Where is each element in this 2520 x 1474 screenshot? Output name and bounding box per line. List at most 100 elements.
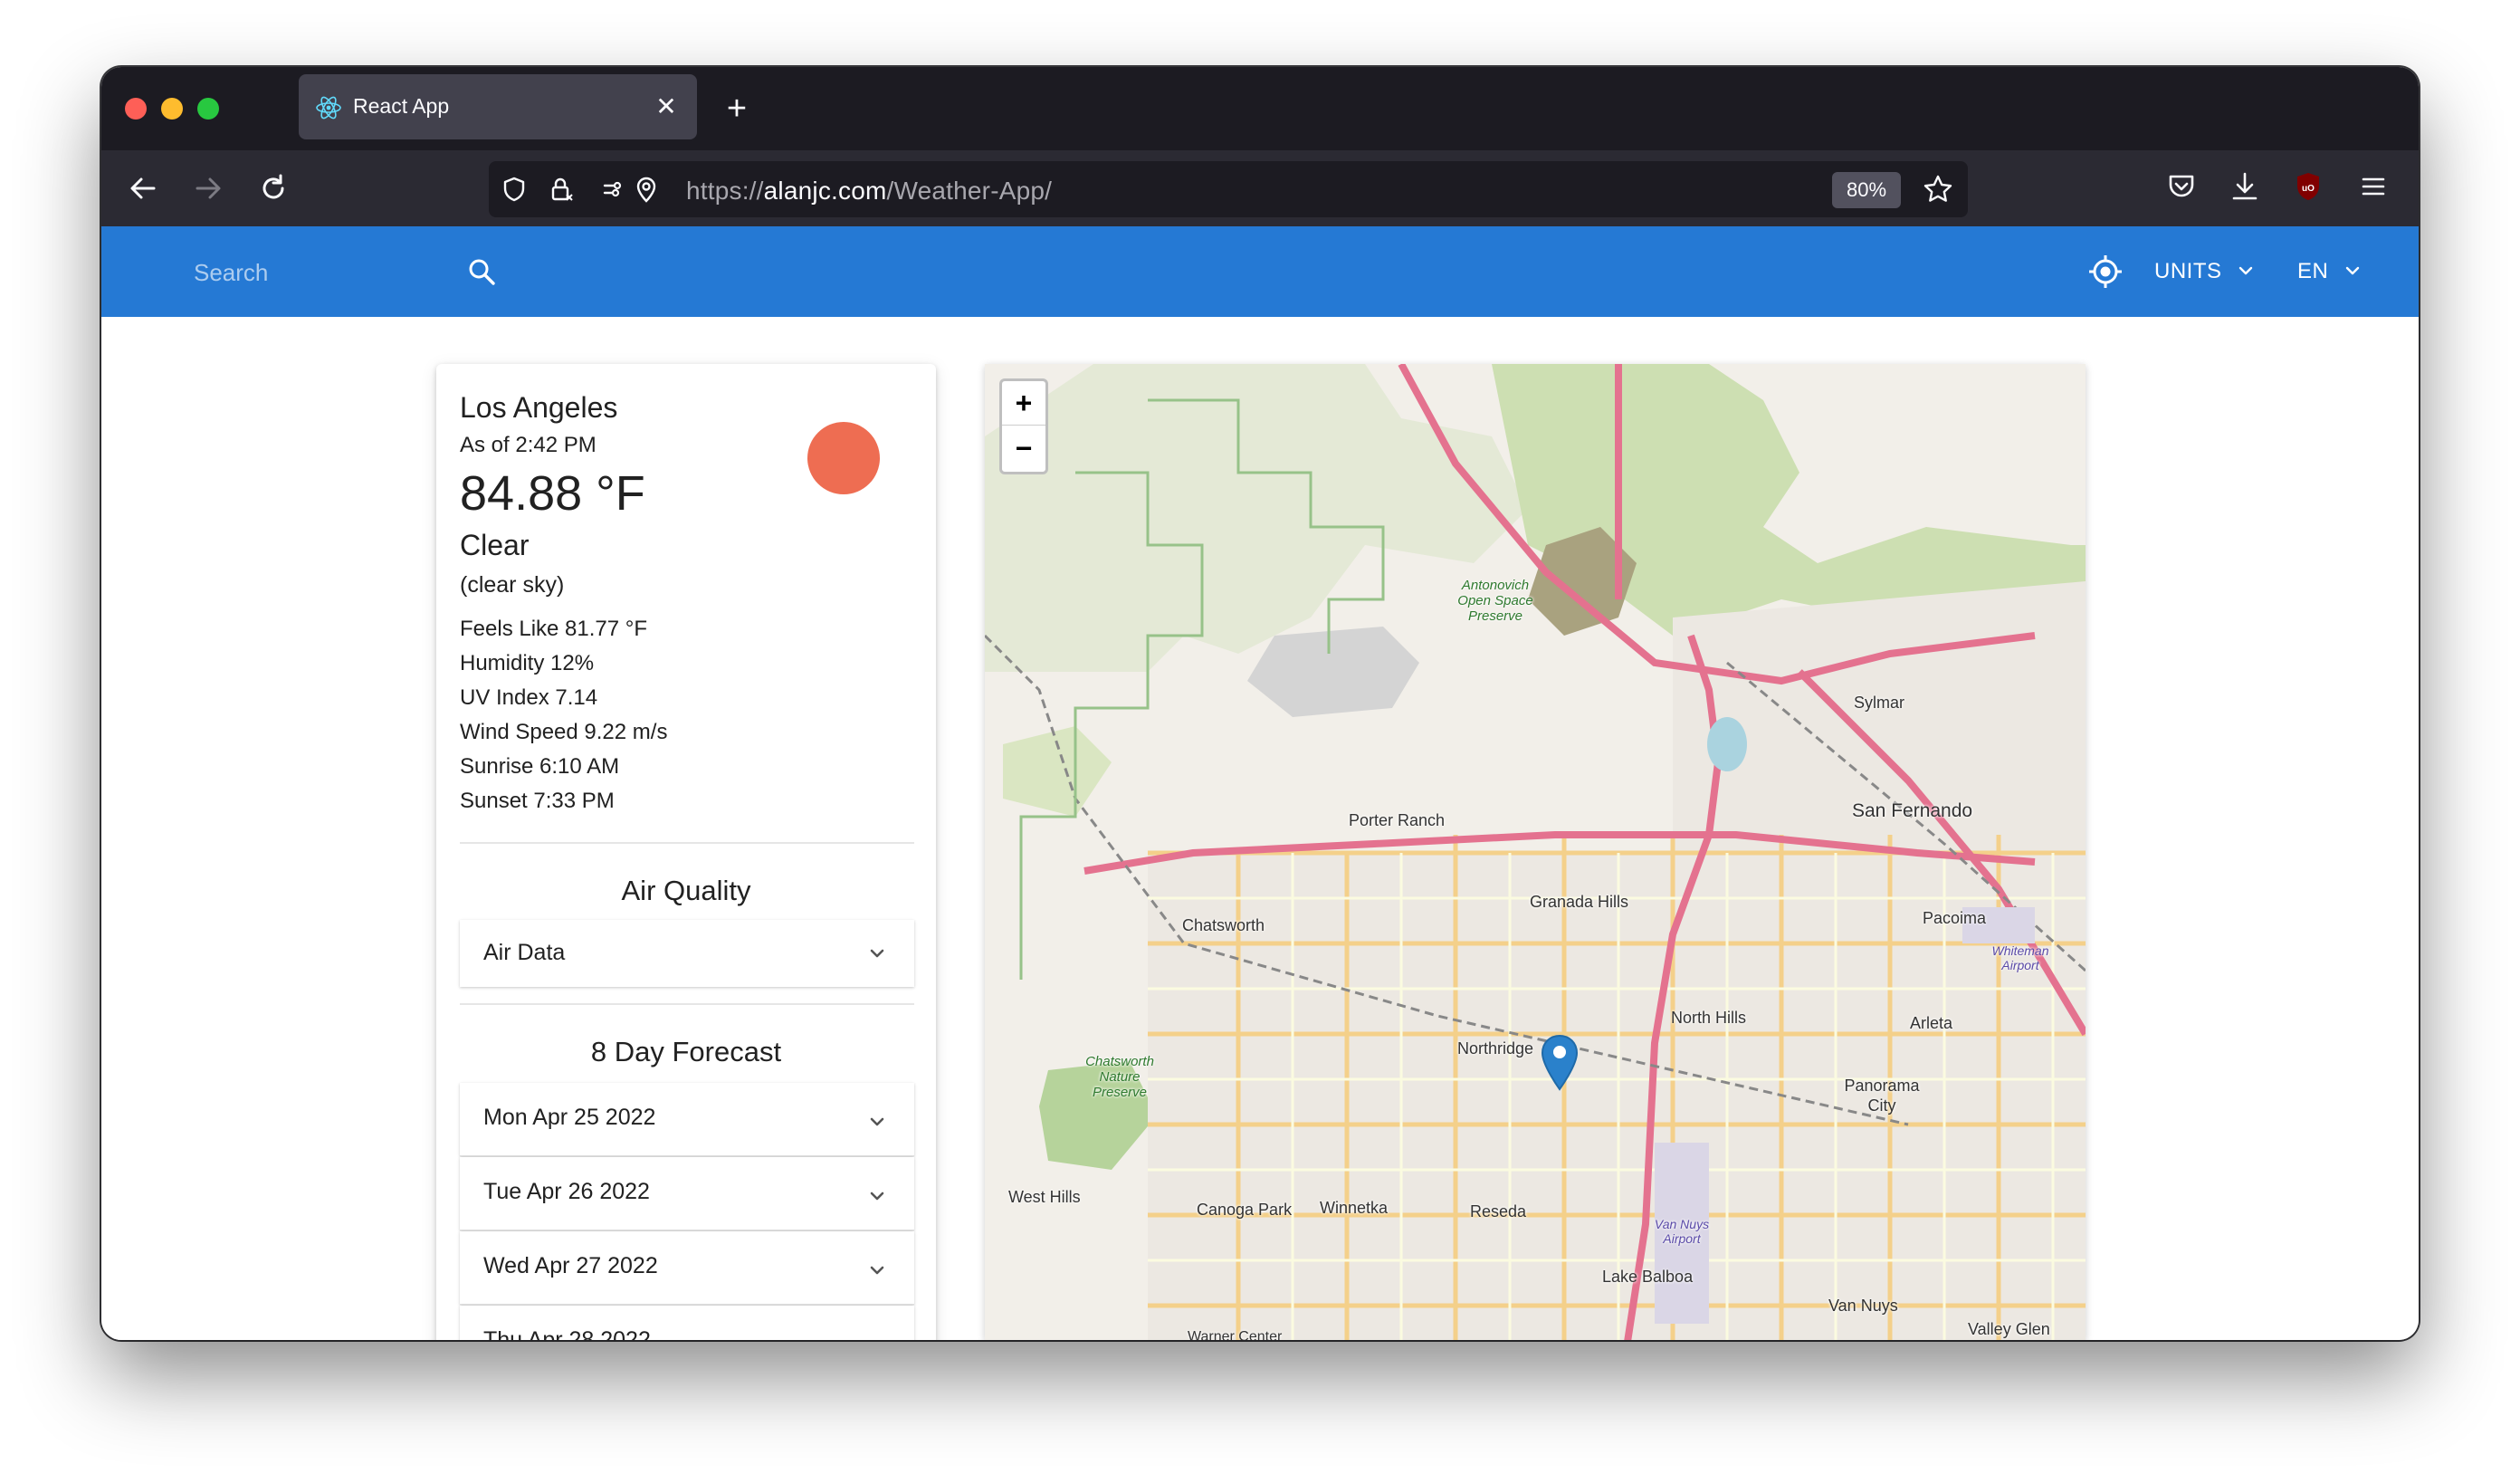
clear-sun-icon: [807, 422, 880, 494]
as-of-time: As of 2:42 PM: [460, 433, 597, 457]
map-place-label: Van Nuys: [1828, 1297, 1898, 1315]
react-logo-icon: [316, 96, 341, 120]
chevron-down-icon: [870, 1266, 884, 1275]
wind-speed: Wind Speed 9.22 m/s: [460, 720, 668, 744]
ublock-origin-icon[interactable]: uO: [2290, 168, 2326, 205]
forecast-day-accordion[interactable]: Tue Apr 26 2022: [460, 1157, 914, 1230]
language-label: EN: [2297, 259, 2329, 283]
map-place-label: Pacoima: [1923, 909, 1987, 927]
chevron-down-icon: [870, 1192, 884, 1201]
map-place-label: Chatsworth: [1182, 916, 1265, 934]
map-place-label: North Hills: [1671, 1009, 1747, 1027]
chevron-down-icon: [2238, 266, 2252, 274]
chevron-down-icon: [870, 1117, 884, 1126]
zoom-level-badge[interactable]: 80%: [1832, 172, 1901, 208]
my-location-icon[interactable]: [2084, 250, 2127, 293]
map-place-label: Panorama City: [1844, 1077, 1920, 1115]
zoom-in-button[interactable]: +: [1002, 381, 1045, 426]
chevron-down-icon: [870, 949, 884, 958]
forecast-day-label: Wed Apr 27 2022: [483, 1253, 658, 1278]
map-zoom-control: + −: [999, 378, 1048, 474]
new-tab-button[interactable]: +: [717, 89, 757, 129]
permissions-icon[interactable]: [601, 175, 630, 204]
url-scheme: https://: [686, 177, 764, 205]
map-place-label: Arleta: [1910, 1014, 1953, 1032]
map-place-label: San Fernando: [1852, 800, 1973, 821]
back-arrow-icon[interactable]: [123, 168, 163, 208]
app-header: UNITS EN: [101, 226, 2419, 317]
units-dropdown-button[interactable]: UNITS: [2154, 248, 2254, 295]
map-place-label: Northridge: [1457, 1039, 1534, 1058]
language-dropdown-button[interactable]: EN: [2297, 248, 2361, 295]
map[interactable]: + − Sylmar San Fernando Porter Ranch Gra…: [985, 364, 2086, 1340]
svg-text:uO: uO: [2302, 184, 2315, 194]
location-marker-icon[interactable]: [1541, 1034, 1579, 1092]
browser-window: React App ✕ + https://alanjc.com/Weather…: [101, 67, 2419, 1340]
window-minimize-button[interactable]: [161, 98, 183, 120]
forecast-day-label: Mon Apr 25 2022: [483, 1105, 656, 1130]
url-text[interactable]: https://alanjc.com/Weather-App/: [686, 177, 1052, 206]
sunrise: Sunrise 6:10 AM: [460, 754, 620, 779]
map-place-label: Valley Glen: [1968, 1320, 2050, 1338]
pocket-icon[interactable]: [2163, 168, 2200, 205]
map-place-label: Porter Ranch: [1349, 811, 1446, 829]
search-icon[interactable]: [462, 252, 501, 292]
forecast-title: 8 Day Forecast: [590, 1036, 782, 1067]
map-tiles: [985, 364, 2086, 1340]
chevron-down-icon: [2345, 266, 2359, 274]
forecast-day-label: Tue Apr 26 2022: [483, 1179, 650, 1204]
forecast-day-accordion[interactable]: Thu Apr 28 2022: [460, 1306, 914, 1340]
map-place-label: West Hills: [1008, 1188, 1081, 1206]
map-airport-label: Whiteman Airport: [1991, 943, 2049, 972]
forecast-day-label: Thu Apr 28 2022: [483, 1327, 651, 1340]
location-pin-icon[interactable]: [632, 175, 661, 204]
weather-condition-description: (clear sky): [460, 572, 565, 598]
tab-close-icon[interactable]: ✕: [648, 89, 684, 125]
reload-icon[interactable]: [253, 168, 293, 208]
map-park-label: Antonovich Open Space Preserve: [1457, 578, 1533, 624]
forecast-day-accordion[interactable]: Wed Apr 27 2022: [460, 1231, 914, 1305]
url-bar[interactable]: https://alanjc.com/Weather-App/ 80%: [489, 161, 1968, 217]
uv-index: UV Index 7.14: [460, 685, 598, 710]
hamburger-menu-icon[interactable]: [2355, 168, 2391, 205]
chevron-down-icon: [867, 1335, 887, 1340]
air-data-accordion[interactable]: Air Data: [460, 920, 914, 987]
map-place-label: Granada Hills: [1530, 893, 1629, 911]
map-place-label: Canoga Park: [1197, 1201, 1293, 1219]
city-name: Los Angeles: [460, 391, 618, 424]
lock-icon[interactable]: [547, 175, 576, 204]
map-place-label: Warner Center: [1188, 1329, 1283, 1340]
nav-bar: https://alanjc.com/Weather-App/ 80% uO: [101, 150, 2419, 226]
tab-react-app[interactable]: React App ✕: [299, 74, 697, 139]
map-place-label: Winnetka: [1320, 1199, 1389, 1217]
url-path: /Weather-App/: [886, 177, 1053, 205]
feels-like: Feels Like 81.77 °F: [460, 617, 648, 641]
sunset: Sunset 7:33 PM: [460, 789, 615, 813]
divider: [460, 1003, 914, 1005]
forecast-day-accordion[interactable]: Mon Apr 25 2022: [460, 1083, 914, 1156]
main-content: Los Angeles As of 2:42 PM 84.88 °F Clear…: [101, 317, 2419, 1340]
window-close-button[interactable]: [125, 98, 147, 120]
tab-title: React App: [353, 94, 450, 118]
map-place-label: Lake Balboa: [1602, 1268, 1694, 1286]
map-place-label: Sylmar: [1854, 694, 1905, 712]
weather-stats: Feels Like 81.77 °F Humidity 12% UV Inde…: [460, 612, 667, 818]
bookmark-star-icon[interactable]: [1923, 174, 1953, 205]
shield-icon[interactable]: [500, 175, 529, 204]
search-input[interactable]: [192, 246, 467, 299]
humidity: Humidity 12%: [460, 651, 595, 675]
units-label: UNITS: [2154, 259, 2222, 283]
download-icon[interactable]: [2227, 168, 2263, 205]
url-host: alanjc.com: [763, 177, 887, 205]
forward-arrow-icon[interactable]: [188, 168, 228, 208]
zoom-out-button[interactable]: −: [1002, 426, 1045, 470]
weather-card: Los Angeles As of 2:42 PM 84.88 °F Clear…: [436, 364, 936, 1340]
window-maximize-button[interactable]: [197, 98, 219, 120]
weather-condition: Clear: [460, 529, 530, 561]
air-data-label: Air Data: [483, 940, 566, 965]
map-airport-label: Van Nuys Airport: [1654, 1217, 1710, 1246]
map-park-label: Chatsworth Nature Preserve: [1085, 1054, 1154, 1100]
divider: [460, 842, 914, 844]
map-place-label: Reseda: [1470, 1202, 1527, 1220]
air-quality-title: Air Quality: [621, 875, 751, 906]
